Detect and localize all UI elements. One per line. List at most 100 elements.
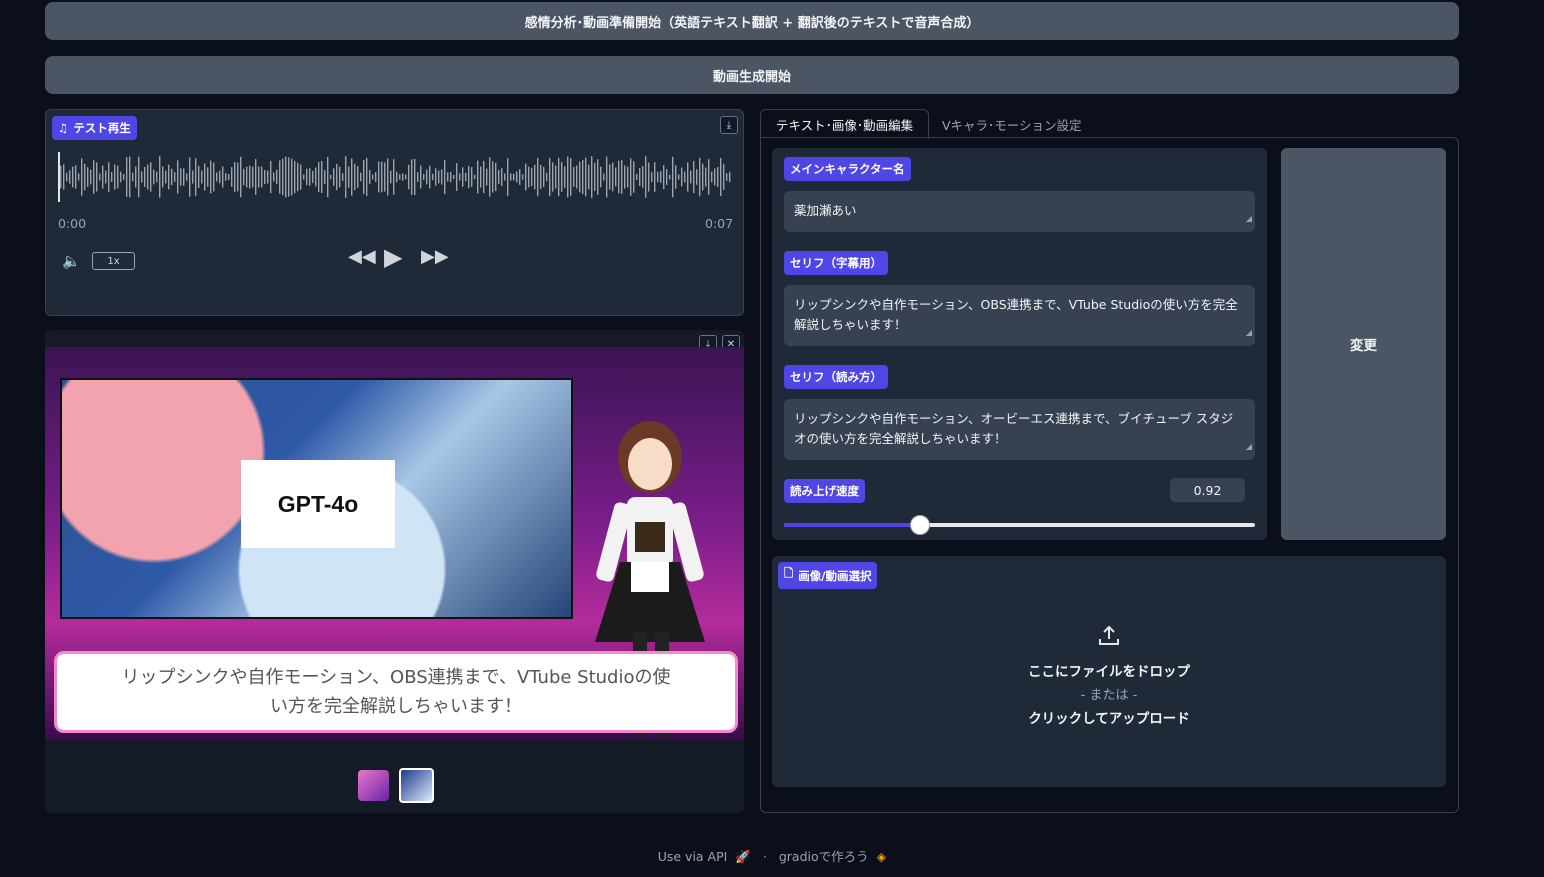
tab-text-image-video[interactable]: テキスト･画像･動画編集 <box>760 109 930 139</box>
waveform-bar <box>657 171 659 183</box>
slider-fill <box>784 523 920 527</box>
fast-forward-icon[interactable]: ▶▶ <box>421 246 449 267</box>
waveform-bar <box>489 157 491 197</box>
waveform-bar <box>315 167 317 187</box>
audio-waveform[interactable] <box>58 152 734 202</box>
waveform-bar <box>702 163 704 191</box>
waveform-bar <box>528 166 530 188</box>
rewind-icon[interactable]: ◀◀ <box>348 246 376 267</box>
upload-click-text: クリックしてアップロード <box>1028 711 1190 727</box>
waveform-bar <box>327 156 329 198</box>
analysis-start-button[interactable]: 感情分析･動画準備開始（英語テキスト翻訳 + 翻訳後のテキストで音声合成） <box>45 2 1459 40</box>
waveform-bar <box>573 167 575 187</box>
waveform-bar <box>585 157 587 197</box>
waveform-bar <box>447 172 449 182</box>
waveform-bar <box>591 156 593 198</box>
waveform-bar <box>549 157 551 197</box>
waveform-bar <box>213 162 215 192</box>
waveform-bar <box>204 163 206 191</box>
resize-handle-icon[interactable]: ◢ <box>1246 209 1252 229</box>
playhead[interactable] <box>58 152 60 202</box>
waveform-bar <box>543 166 545 188</box>
waveform-bar <box>444 159 446 195</box>
waveform-bar <box>465 172 467 182</box>
waveform-bar <box>420 165 422 189</box>
volume-icon[interactable]: 🔈 <box>62 252 81 270</box>
waveform-bar <box>348 166 350 188</box>
waveform-bar <box>84 163 86 191</box>
waveform-bar <box>330 174 332 180</box>
waveform-bar <box>453 174 455 180</box>
tab-character-motion[interactable]: Vキャラ･モーション設定 <box>927 109 1097 139</box>
waveform-bar <box>672 156 674 198</box>
gallery-thumbnail[interactable] <box>358 770 389 801</box>
serif-reading-label: セリフ（読み方） <box>784 365 888 389</box>
waveform-bar <box>414 158 416 196</box>
waveform-bar <box>231 167 233 187</box>
waveform-bar <box>192 170 194 184</box>
waveform-bar <box>633 161 635 193</box>
waveform-bar <box>552 162 554 192</box>
waveform-bar <box>210 160 212 194</box>
gradio-link[interactable]: gradioで作ろう <box>779 849 869 864</box>
waveform-bar <box>417 172 419 182</box>
video-generate-button[interactable]: 動画生成開始 <box>45 56 1459 94</box>
footer-separator: · <box>762 849 767 864</box>
waveform-bar <box>519 169 521 185</box>
reading-speed-number[interactable]: 0.92 <box>1170 478 1245 502</box>
waveform-bar <box>456 163 458 191</box>
waveform-bar <box>351 158 353 196</box>
upload-dropzone[interactable]: ここにファイルをドロップ - または - クリックしてアップロード <box>772 624 1446 727</box>
footer: Use via API 🚀 · gradioで作ろう ◈ <box>0 846 1544 865</box>
waveform-bar <box>609 164 611 190</box>
waveform-bar <box>189 157 191 197</box>
music-note-icon: ♫ <box>58 121 69 135</box>
waveform-bar <box>435 168 437 186</box>
waveform-bar <box>660 171 662 183</box>
waveform-bar <box>603 173 605 181</box>
waveform-bar <box>600 166 602 188</box>
waveform-bar <box>345 156 347 198</box>
slider-thumb[interactable] <box>909 515 930 535</box>
waveform-bar <box>558 157 560 197</box>
waveform-bar <box>408 164 410 190</box>
waveform-bar <box>147 164 149 190</box>
slide-title: GPT-4o <box>241 460 395 548</box>
playback-speed-button[interactable]: 1x <box>92 252 135 270</box>
waveform-bar <box>402 173 404 181</box>
waveform-bar <box>141 171 143 183</box>
file-upload[interactable]: 🗋 画像/動画選択 ここにファイルをドロップ - または - クリックしてアップ… <box>772 556 1446 787</box>
waveform-bar <box>576 165 578 189</box>
waveform-bar <box>495 162 497 192</box>
resize-handle-icon[interactable]: ◢ <box>1246 437 1252 457</box>
waveform-bar <box>474 174 476 180</box>
change-button[interactable]: 変更 <box>1281 148 1446 540</box>
waveform-bar <box>75 165 77 189</box>
gallery-thumbnail-selected[interactable] <box>399 768 434 803</box>
waveform-bar <box>216 172 218 182</box>
play-icon[interactable]: ▶ <box>384 243 402 271</box>
waveform-bar <box>288 157 290 197</box>
waveform-bar <box>534 164 536 190</box>
waveform-bar <box>237 162 239 192</box>
waveform-bar <box>699 157 701 197</box>
serif-reading-field[interactable]: リップシンクや自作モーション、オービーエス連携まで、ブイチューブ スタジオの使い… <box>784 399 1255 460</box>
api-link[interactable]: Use via API <box>658 849 728 864</box>
resize-handle-icon[interactable]: ◢ <box>1246 323 1252 343</box>
download-icon[interactable]: ⤓ <box>720 116 738 134</box>
waveform-bar <box>516 171 518 183</box>
waveform-bar <box>258 166 260 188</box>
waveform-bar <box>207 167 209 187</box>
character-name-field[interactable]: 薬加瀬あい ◢ <box>784 191 1255 232</box>
waveform-bar <box>636 174 638 180</box>
waveform-bar <box>510 173 512 181</box>
reading-speed-slider[interactable] <box>784 515 1255 535</box>
serif-subtitle-field[interactable]: リップシンクや自作モーション、OBS連携まで、VTube Studioの使い方を… <box>784 285 1255 346</box>
waveform-bar <box>492 161 494 193</box>
waveform-bar <box>486 168 488 186</box>
waveform-bar <box>522 174 524 180</box>
time-total: 0:07 <box>705 216 734 231</box>
waveform-bar <box>123 174 125 180</box>
waveform-bar <box>243 168 245 186</box>
waveform-bar <box>291 158 293 196</box>
